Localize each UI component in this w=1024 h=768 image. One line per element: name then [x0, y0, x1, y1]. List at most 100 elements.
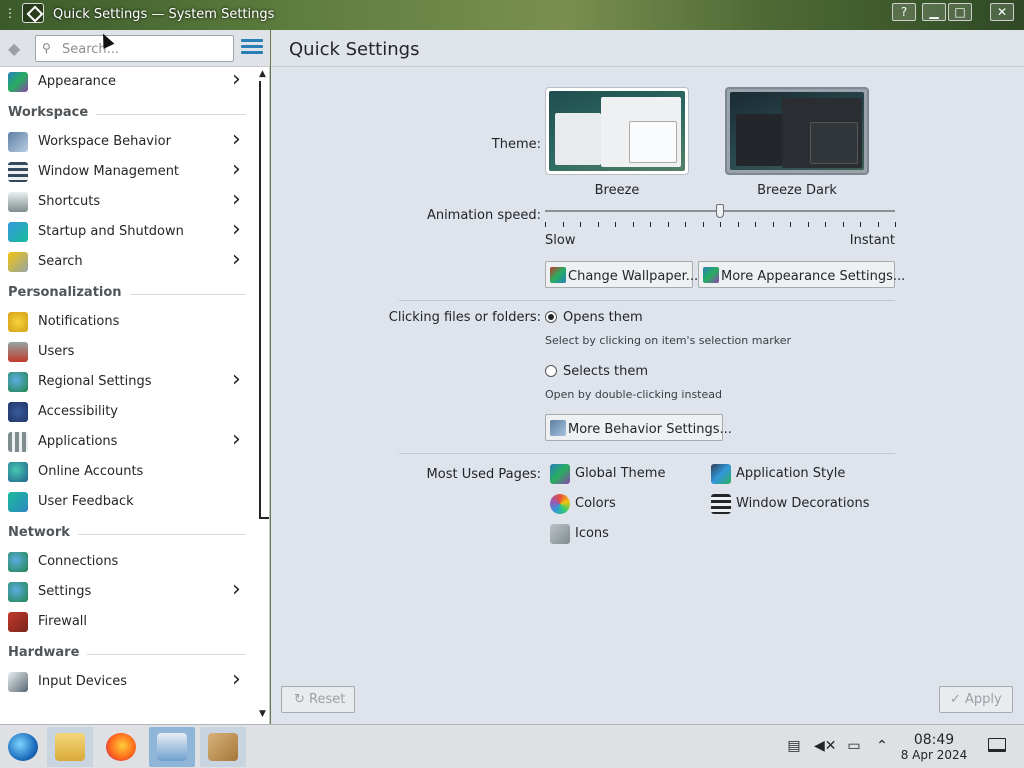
- applications-icon: [8, 432, 28, 452]
- minimize-button[interactable]: ▁: [922, 3, 946, 21]
- sidebar-scrollbar[interactable]: ▲ ▼: [256, 67, 269, 724]
- opens-them-label[interactable]: Opens them: [563, 310, 643, 325]
- more-appearance-settings-button[interactable]: More Appearance Settings...: [698, 261, 905, 288]
- show-desktop-icon[interactable]: [988, 738, 1006, 752]
- apply-button[interactable]: ✓ Apply: [939, 686, 1013, 713]
- sidebar-item-regional-settings[interactable]: Regional Settings ›: [0, 367, 256, 397]
- search-field[interactable]: ⚲: [35, 35, 234, 62]
- search-icon: [8, 252, 28, 272]
- start-menu-button[interactable]: [0, 727, 46, 767]
- apply-check-icon: ✓: [950, 692, 966, 707]
- display-icon[interactable]: ▭: [845, 738, 863, 754]
- theme-label: Theme:: [491, 137, 541, 152]
- sidebar-item-online-accounts[interactable]: Online Accounts: [0, 457, 256, 487]
- file-manager-task[interactable]: [47, 727, 93, 767]
- close-button[interactable]: ✕: [990, 3, 1014, 21]
- sidebar-item-label: Workspace Behavior: [38, 134, 171, 149]
- sidebar-item-startup-and-shutdown[interactable]: Startup and Shutdown ›: [0, 217, 256, 247]
- sidebar-item-label: Appearance: [38, 74, 117, 89]
- sidebar-item-label: Shortcuts: [38, 194, 101, 209]
- clock-time[interactable]: 08:49: [904, 732, 964, 748]
- sidebar-item-users[interactable]: Users: [0, 337, 256, 367]
- sidebar-item-accessibility[interactable]: Accessibility: [0, 397, 256, 427]
- chevron-right-icon: ›: [232, 577, 241, 602]
- sidebar-item-workspace-behavior[interactable]: Workspace Behavior ›: [0, 127, 256, 157]
- window-decorations-link[interactable]: Window Decorations: [711, 492, 891, 516]
- chevron-up-icon[interactable]: ⌃: [873, 738, 891, 754]
- main-panel: Quick Settings Theme: Breeze Breeze Dark…: [271, 30, 1024, 724]
- chevron-right-icon: ›: [232, 67, 241, 92]
- window-titlebar[interactable]: ⋮ Quick Settings — System Settings ? ▁ □…: [0, 0, 1024, 30]
- slider-tick: [808, 222, 809, 227]
- chevron-right-icon: ›: [232, 217, 241, 242]
- section-divider: [96, 114, 246, 115]
- taskbar: ▤ ◀✕ ▭ ⌃ 08:49 8 Apr 2024: [0, 724, 1024, 768]
- application-style-link[interactable]: Application Style: [711, 462, 881, 486]
- clipboard-icon[interactable]: ▤: [785, 738, 803, 754]
- sidebar-item-label: Input Devices: [38, 674, 128, 689]
- slider-tick: [703, 222, 704, 227]
- application-style-icon: [711, 464, 731, 484]
- slider-tick: [563, 222, 564, 227]
- back-icon[interactable]: ◆: [8, 39, 28, 59]
- sidebar-item-appearance[interactable]: Appearance ›: [0, 67, 256, 97]
- sidebar-item-search[interactable]: Search ›: [0, 247, 256, 277]
- change-wallpaper-button[interactable]: Change Wallpaper...: [545, 261, 698, 288]
- sidebar-item-notifications[interactable]: Notifications: [0, 307, 256, 337]
- system-settings-app-icon[interactable]: [22, 3, 44, 23]
- maximize-button[interactable]: □: [948, 3, 972, 21]
- clock-date[interactable]: 8 Apr 2024: [896, 748, 972, 762]
- theme-breeze-dark-name: Breeze Dark: [757, 183, 837, 198]
- start-menu-icon: [8, 733, 38, 761]
- firefox-icon: [106, 733, 136, 761]
- global-theme-link[interactable]: Global Theme: [550, 462, 700, 486]
- application-style-label: Application Style: [736, 466, 846, 481]
- sidebar-item-applications[interactable]: Applications ›: [0, 427, 256, 457]
- help-button[interactable]: ?: [892, 3, 916, 21]
- package-installer-task[interactable]: [200, 727, 246, 767]
- icons-icon: [550, 524, 570, 544]
- sidebar-item-settings[interactable]: Settings ›: [0, 577, 256, 607]
- scroll-down-icon[interactable]: ▼: [256, 709, 269, 721]
- volume-muted-icon[interactable]: ◀✕: [814, 738, 837, 754]
- firefox-task[interactable]: [98, 727, 144, 767]
- slider-tick: [685, 222, 686, 227]
- sidebar-item-firewall[interactable]: Firewall: [0, 607, 256, 637]
- appearance-icon: [8, 72, 28, 92]
- reset-button[interactable]: ↻ Reset: [281, 686, 355, 713]
- scrollbar-thumb[interactable]: [259, 81, 269, 519]
- sidebar-item-input-devices[interactable]: Input Devices ›: [0, 667, 256, 697]
- sidebar-item-label: Settings: [38, 584, 92, 599]
- startup-icon: [8, 222, 28, 242]
- system-settings-task[interactable]: [149, 727, 195, 767]
- section-header-personalization: Personalization: [8, 283, 246, 305]
- more-behavior-settings-button[interactable]: More Behavior Settings...: [545, 414, 732, 441]
- clicking-label: Clicking files or folders:: [388, 310, 541, 325]
- hamburger-menu-icon[interactable]: [241, 39, 263, 59]
- behavior-icon: [550, 420, 566, 436]
- theme-breeze-dark-card[interactable]: [725, 87, 869, 175]
- sidebar-item-shortcuts[interactable]: Shortcuts ›: [0, 187, 256, 217]
- window-menu-icon[interactable]: ⋮: [4, 6, 16, 20]
- slider-tick: [755, 222, 756, 227]
- slider-handle[interactable]: [716, 204, 724, 218]
- reset-icon: ↻: [294, 692, 310, 707]
- sidebar-item-window-management[interactable]: Window Management ›: [0, 157, 256, 187]
- system-settings-icon: [157, 733, 187, 761]
- selects-them-label[interactable]: Selects them: [563, 364, 648, 379]
- section-divider: [87, 654, 246, 655]
- slider-tick: [773, 222, 774, 227]
- icons-link[interactable]: Icons: [550, 522, 700, 546]
- scroll-up-icon[interactable]: ▲: [256, 69, 269, 81]
- search-input[interactable]: [62, 39, 222, 59]
- opens-them-radio[interactable]: [545, 311, 557, 323]
- sidebar-item-label: Accessibility: [38, 404, 118, 419]
- sidebar-item-connections[interactable]: Connections: [0, 547, 256, 577]
- slider-tick: [668, 222, 669, 227]
- sidebar-item-user-feedback[interactable]: User Feedback: [0, 487, 256, 517]
- sidebar-item-label: Notifications: [38, 314, 120, 329]
- colors-link[interactable]: Colors: [550, 492, 700, 516]
- theme-breeze-card[interactable]: [545, 87, 689, 175]
- selects-them-radio[interactable]: [545, 365, 557, 377]
- window-management-icon: [8, 162, 28, 182]
